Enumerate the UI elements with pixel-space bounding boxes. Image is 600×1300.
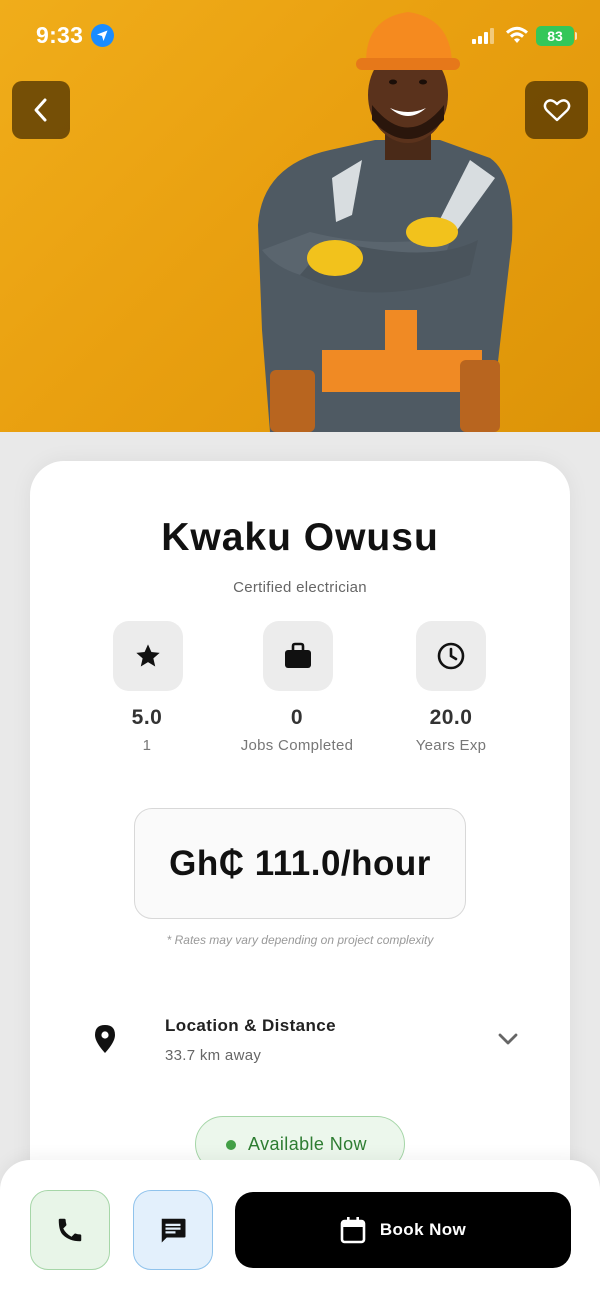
back-button[interactable] bbox=[12, 81, 70, 139]
rating-count: 1 bbox=[142, 737, 152, 754]
message-icon bbox=[161, 1218, 186, 1243]
status-time: 9:33 bbox=[36, 22, 84, 48]
hourly-rate: Gh₵ 111.0/hour bbox=[134, 808, 466, 919]
heart-icon bbox=[543, 99, 570, 122]
jobs-completed-value: 0 bbox=[290, 706, 304, 729]
briefcase-icon bbox=[285, 642, 311, 668]
message-button[interactable] bbox=[133, 1190, 213, 1270]
status-bar: 9:33 83 bbox=[0, 0, 600, 70]
battery-indicator: 83 bbox=[536, 26, 574, 46]
wifi-icon bbox=[505, 25, 529, 50]
favorite-button[interactable] bbox=[525, 81, 588, 139]
chevron-left-icon bbox=[34, 98, 47, 122]
availability-label: Available Now bbox=[248, 1133, 367, 1154]
clock-icon bbox=[437, 642, 465, 670]
location-distance: 33.7 km away bbox=[165, 1047, 262, 1064]
experience-label: Years Exp bbox=[415, 737, 487, 754]
rating-value: 5.0 bbox=[131, 706, 163, 729]
chevron-down-icon[interactable] bbox=[497, 1032, 519, 1051]
worker-title: Certified electrician bbox=[233, 579, 367, 596]
jobs-completed-label: Jobs Completed bbox=[240, 737, 354, 754]
cellular-signal-icon bbox=[472, 28, 496, 49]
call-button[interactable] bbox=[30, 1190, 110, 1270]
experience-value: 20.0 bbox=[429, 706, 473, 729]
battery-tip bbox=[575, 32, 577, 40]
map-pin-icon bbox=[94, 1024, 116, 1059]
location-distance-row[interactable]: Location & Distance 33.7 km away bbox=[80, 1000, 530, 1080]
location-arrow-icon bbox=[91, 24, 114, 47]
book-now-button[interactable]: Book Now bbox=[235, 1192, 571, 1268]
experience-icon-tile bbox=[416, 621, 486, 691]
rate-note: * Rates may vary depending on project co… bbox=[166, 933, 434, 947]
star-icon bbox=[136, 644, 160, 667]
availability-dot bbox=[226, 1140, 236, 1150]
phone-icon bbox=[58, 1218, 82, 1242]
rating-icon-tile bbox=[113, 621, 183, 691]
calendar-icon bbox=[340, 1217, 366, 1244]
worker-name: Kwaku Owusu bbox=[161, 516, 439, 559]
location-title: Location & Distance bbox=[165, 1016, 337, 1035]
book-now-label: Book Now bbox=[379, 1220, 467, 1239]
jobs-icon-tile bbox=[263, 621, 333, 691]
